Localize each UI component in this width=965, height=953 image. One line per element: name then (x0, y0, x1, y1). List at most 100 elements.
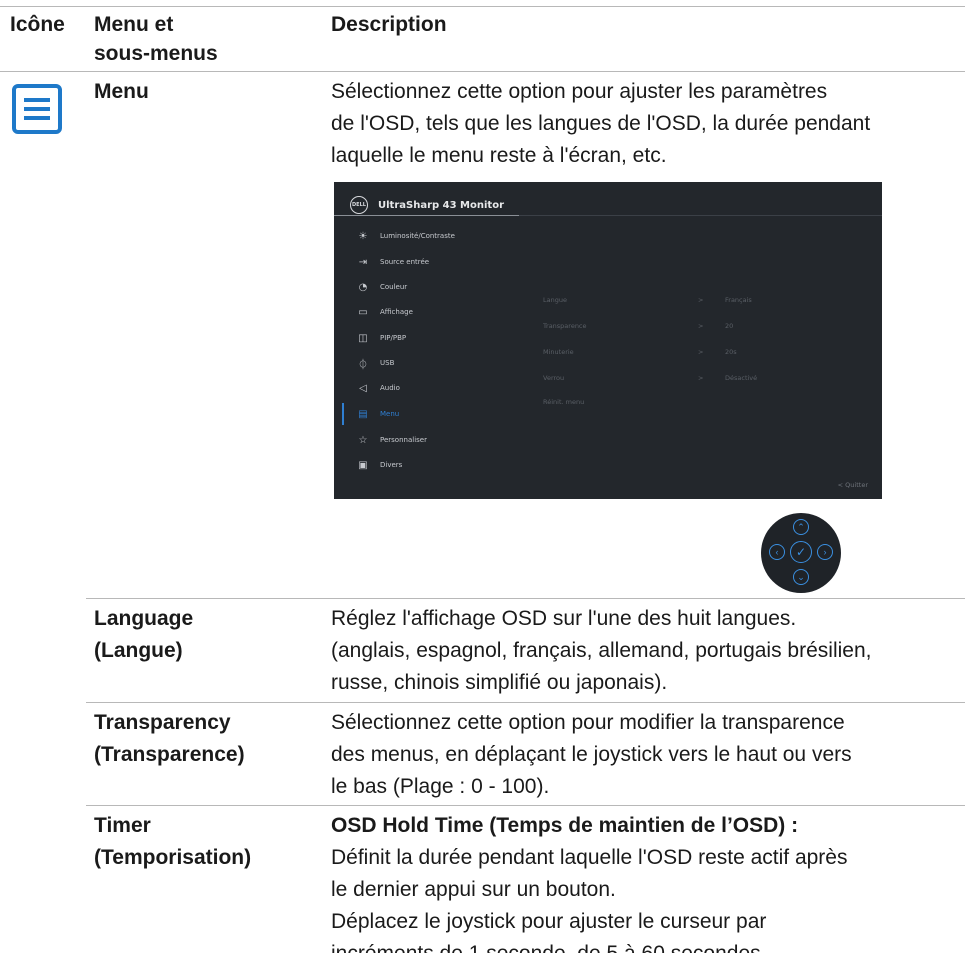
transparency-row-description: Sélectionnez cette option pour modifier … (331, 707, 852, 803)
osd-setting-label: Langue (543, 296, 567, 304)
chevron-right-icon: > (698, 348, 704, 356)
row-desc-line: incréments de 1 seconde, de 5 à 60 secon… (331, 938, 847, 953)
osd-menu-item-others[interactable]: ▣ Divers (356, 458, 402, 472)
timer-row-description: OSD Hold Time (Temps de maintien de l’OS… (331, 810, 847, 953)
row-rule (86, 805, 965, 806)
osd-setting-row[interactable]: Langue > Français (543, 296, 883, 308)
osd-setting-row[interactable]: Transparence > 20 (543, 322, 883, 334)
input-source-icon: ⇥ (358, 256, 368, 268)
row-rule (86, 702, 965, 703)
display-icon: ▭ (358, 306, 368, 318)
row-desc-line: le bas (Plage : 0 - 100). (331, 775, 550, 798)
osd-setting-row[interactable]: Verrou > Désactivé (543, 374, 883, 386)
menu-icon: ▤ (358, 408, 368, 420)
osd-menu-label: Couleur (380, 283, 408, 291)
header-menu-line1: Menu et (94, 13, 174, 36)
joystick: ⌃ ‹ ✓ › ⌄ (761, 513, 841, 593)
row-name-line: Language (94, 607, 194, 630)
osd-menu-label: Personnaliser (380, 436, 427, 444)
table-top-rule (0, 6, 965, 7)
menu-list-icon (12, 84, 62, 134)
osd-setting-value: 20s (725, 348, 737, 356)
chevron-right-icon: > (698, 322, 704, 330)
header-menu: Menu et sous-menus (94, 10, 218, 68)
osd-title-divider (519, 215, 882, 216)
row-desc-line: Réglez l'affichage OSD sur l'une des hui… (331, 607, 797, 630)
joystick-right-icon[interactable]: › (817, 544, 833, 560)
header-rule (0, 71, 965, 72)
chevron-right-icon: > (698, 296, 704, 304)
osd-menu-item-display[interactable]: ▭ Affichage (356, 305, 413, 319)
osd-menu-item-usb[interactable]: ⏀ USB (356, 356, 395, 371)
brightness-icon: ☀ (358, 230, 368, 242)
menu-desc-line: laquelle le menu reste à l'écran, etc. (331, 144, 667, 167)
osd-title-divider (334, 215, 519, 216)
osd-setting-value: Désactivé (725, 374, 758, 382)
dell-logo-icon: DELL (350, 196, 368, 214)
others-icon: ▣ (358, 459, 368, 471)
timer-row-name: Timer (Temporisation) (94, 810, 251, 874)
menu-desc-line: de l'OSD, tels que les langues de l'OSD,… (331, 112, 871, 135)
osd-menu-item-color[interactable]: ◔ Couleur (356, 280, 408, 294)
row-name-line: Transparency (94, 711, 231, 734)
row-name-line: (Temporisation) (94, 846, 252, 869)
row-name-line: (Langue) (94, 639, 183, 662)
osd-setting-label: Minuterie (543, 348, 574, 356)
osd-menu-item-menu[interactable]: ▤ Menu (356, 407, 399, 421)
chevron-right-icon: > (698, 374, 704, 382)
color-icon: ◔ (358, 281, 368, 293)
osd-setting-row[interactable]: Minuterie > 20s (543, 348, 883, 360)
osd-setting-value: 20 (725, 322, 734, 330)
osd-screenshot: DELL UltraSharp 43 Monitor ☀ Luminosité/… (334, 182, 882, 499)
star-icon: ☆ (358, 434, 368, 446)
row-rule (86, 598, 965, 599)
osd-setting-label: Verrou (543, 374, 565, 382)
osd-menu-label: USB (380, 359, 395, 367)
language-row-name: Language (Langue) (94, 603, 193, 667)
joystick-left-icon[interactable]: ‹ (769, 544, 785, 560)
osd-title: UltraSharp 43 Monitor (378, 199, 504, 211)
usb-icon: ⏀ (358, 359, 368, 371)
row-name-line: (Transparence) (94, 743, 245, 766)
row-desc-line: Sélectionnez cette option pour modifier … (331, 711, 845, 734)
osd-menu-item-input-source[interactable]: ⇥ Source entrée (356, 255, 429, 269)
osd-menu-item-brightness[interactable]: ☀ Luminosité/Contraste (356, 229, 455, 243)
header-description: Description (331, 13, 447, 36)
osd-setting-row[interactable]: Réinit. menu (543, 398, 883, 410)
osd-setting-value: Français (725, 296, 752, 304)
osd-menu-label: Luminosité/Contraste (380, 232, 455, 240)
osd-quit-button[interactable]: < Quitter (838, 481, 868, 489)
joystick-down-icon[interactable]: ⌄ (793, 569, 809, 585)
osd-menu-label: Menu (380, 410, 400, 418)
osd-setting-label: Transparence (543, 322, 587, 330)
joystick-up-icon[interactable]: ⌃ (793, 519, 809, 535)
osd-menu-item-pip[interactable]: ◫ PIP/PBP (356, 331, 406, 345)
row-desc-line: (anglais, espagnol, français, allemand, … (331, 639, 872, 662)
timer-desc-heading: OSD Hold Time (Temps de maintien de l’OS… (331, 814, 799, 837)
osd-menu-label: PIP/PBP (380, 334, 407, 342)
pip-icon: ◫ (358, 332, 368, 344)
osd-menu-label: Affichage (380, 308, 413, 316)
osd-menu-label: Audio (380, 384, 400, 392)
osd-title-bar: DELL UltraSharp 43 Monitor (350, 194, 504, 216)
menu-row-name: Menu (94, 80, 149, 103)
transparency-row-name: Transparency (Transparence) (94, 707, 245, 771)
osd-menu-label: Divers (380, 461, 403, 469)
menu-row-description: Sélectionnez cette option pour ajuster l… (331, 76, 870, 172)
language-row-description: Réglez l'affichage OSD sur l'une des hui… (331, 603, 871, 699)
header-icon: Icône (10, 13, 65, 36)
header-menu-line2: sous-menus (94, 42, 218, 65)
osd-menu-item-audio[interactable]: ◁ Audio (356, 381, 400, 395)
osd-setting-label: Réinit. menu (543, 398, 585, 406)
joystick-confirm-icon[interactable]: ✓ (790, 541, 812, 563)
osd-menu-item-personalize[interactable]: ☆ Personnaliser (356, 433, 427, 447)
osd-menu-label: Source entrée (380, 258, 430, 266)
row-desc-line: des menus, en déplaçant le joystick vers… (331, 743, 852, 766)
row-desc-line: russe, chinois simplifié ou japonais). (331, 671, 668, 694)
row-desc-line: le dernier appui sur un bouton. (331, 878, 616, 901)
row-desc-line: Définit la durée pendant laquelle l'OSD … (331, 846, 848, 869)
audio-icon: ◁ (359, 382, 367, 394)
row-desc-line: Déplacez le joystick pour ajuster le cur… (331, 910, 767, 933)
osd-selection-indicator (342, 403, 344, 425)
menu-desc-line: Sélectionnez cette option pour ajuster l… (331, 80, 828, 103)
